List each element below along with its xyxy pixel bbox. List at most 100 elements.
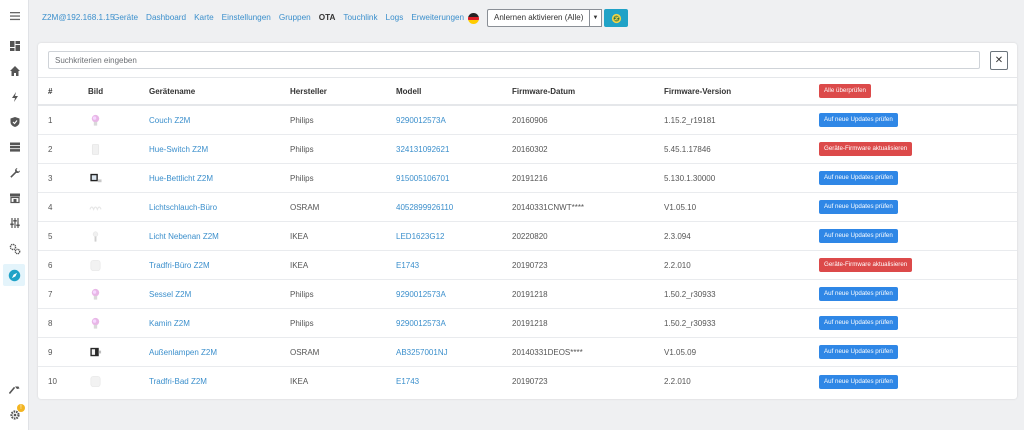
nav-ota[interactable]: OTA (319, 13, 336, 22)
device-name-link[interactable]: Licht Nebenan Z2M (149, 222, 219, 250)
home-icon[interactable] (7, 63, 22, 78)
device-name-link[interactable]: Kamin Z2M (149, 309, 190, 337)
table-row: 4 Lichtschlauch-Büro OSRAM 4052899926110 201… (38, 193, 1017, 222)
firmware-version: 2.3.094 (664, 231, 691, 241)
device-model-link[interactable]: 9290012573A (396, 280, 446, 308)
header-firmware-date[interactable]: Firmware-Datum (512, 78, 575, 104)
firmware-version: 2.2.010 (664, 260, 691, 270)
header-image: Bild (88, 86, 104, 96)
check-updates-button[interactable]: Auf neue Updates prüfen (819, 229, 898, 243)
firmware-date: 20220820 (512, 231, 548, 241)
sliders-icon[interactable] (7, 215, 22, 230)
device-name-link[interactable]: Couch Z2M (149, 106, 190, 134)
check-updates-button[interactable]: Auf neue Updates prüfen (819, 345, 898, 359)
clear-search-button[interactable]: ✕ (990, 51, 1008, 70)
device-name-link[interactable]: Sessel Z2M (149, 280, 191, 308)
device-name-link[interactable]: Hue-Bettlicht Z2M (149, 164, 213, 192)
device-vendor: Philips (290, 144, 314, 154)
top-navbar: Z2M@192.168.1.15 Geräte Dashboard Karte … (30, 0, 1024, 38)
permit-join-button[interactable] (604, 9, 628, 27)
nav-logs[interactable]: Logs (386, 13, 404, 22)
server-icon[interactable] (7, 139, 22, 154)
nav-karte[interactable]: Karte (194, 13, 214, 22)
firmware-version: V1.05.09 (664, 347, 697, 357)
device-name-link[interactable]: Lichtschlauch-Büro (149, 193, 217, 221)
device-name-link[interactable]: Hue-Switch Z2M (149, 135, 208, 163)
row-number: 1 (48, 115, 53, 125)
header-firmware-version[interactable]: Firmware-Version (664, 78, 731, 104)
device-vendor: IKEA (290, 260, 309, 270)
device-vendor: Philips (290, 115, 314, 125)
cogs-icon[interactable] (7, 241, 22, 256)
check-updates-button[interactable]: Auf neue Updates prüfen (819, 374, 898, 389)
device-model-link[interactable]: 4052899926110 (396, 193, 453, 221)
device-model-link[interactable]: LED1623G12 (396, 222, 444, 250)
device-thumbnail-icon (88, 375, 102, 389)
shield-icon[interactable] (7, 114, 22, 129)
device-image (88, 309, 102, 337)
settings-icon[interactable]: ! (7, 404, 25, 422)
device-model-link[interactable]: 9290012573A (396, 309, 446, 337)
nav-touchlink[interactable]: Touchlink (343, 13, 377, 22)
header-model[interactable]: Modell (396, 78, 421, 104)
firmware-date: 20140331CNWT**** (512, 202, 585, 212)
device-model-link[interactable]: E1743 (396, 251, 419, 279)
nav-dashboard[interactable]: Dashboard (146, 13, 186, 22)
check-updates-button[interactable]: Auf neue Updates prüfen (819, 113, 898, 127)
device-image (88, 106, 102, 134)
nav-erweiterungen[interactable]: Erweiterungen (411, 13, 464, 22)
check-all-button[interactable]: Alle überprüfen (819, 84, 871, 98)
firmware-version: 2.2.010 (664, 377, 691, 386)
device-table-body: 1 Couch Z2M Philips 9290012573A 20160906 1.15… (38, 106, 1017, 396)
update-firmware-button[interactable]: Geräte-Firmware aktualisieren (819, 142, 913, 156)
nav-einstellungen[interactable]: Einstellungen (222, 13, 271, 22)
device-model-link[interactable]: 9290012573A (396, 106, 446, 134)
table-row: 5 Licht Nebenan Z2M IKEA LED1623G12 20220820… (38, 222, 1017, 251)
device-model-link[interactable]: 915005106701 (396, 164, 449, 192)
hammer-icon[interactable] (7, 383, 22, 398)
nav-geraete[interactable]: Geräte (113, 13, 138, 22)
settings-badge: ! (17, 404, 25, 412)
device-thumbnail-icon (88, 229, 102, 243)
device-vendor: IKEA (290, 231, 309, 241)
permit-join-dropdown-toggle[interactable]: ▼ (589, 9, 602, 27)
row-number: 3 (48, 173, 53, 183)
brand-link[interactable]: Z2M@192.168.1.15 (42, 13, 115, 22)
store-icon[interactable] (7, 190, 22, 205)
ota-compass-icon[interactable] (3, 264, 25, 286)
row-action: Auf neue Updates prüfen (819, 309, 898, 337)
check-updates-button[interactable]: Auf neue Updates prüfen (819, 316, 898, 330)
language-flag-icon[interactable] (468, 13, 479, 24)
dashboard-icon[interactable] (7, 38, 22, 53)
sidebar: ! (0, 0, 29, 430)
wrench-icon[interactable] (7, 165, 22, 180)
device-vendor: Philips (290, 318, 314, 328)
nav-gruppen[interactable]: Gruppen (279, 13, 311, 22)
permit-join-select[interactable]: Anlernen aktivieren (Alle) (487, 9, 601, 27)
row-number: 9 (48, 347, 53, 357)
menu-icon[interactable] (7, 8, 22, 23)
device-image (88, 164, 102, 192)
search-input[interactable] (48, 51, 980, 69)
device-model-link[interactable]: AB3257001NJ (396, 338, 448, 366)
row-action: Geräte-Firmware aktualisieren (819, 135, 913, 163)
header-vendor[interactable]: Hersteller (290, 78, 327, 104)
firmware-version: 1.50.2_r30933 (664, 289, 716, 299)
check-updates-button[interactable]: Auf neue Updates prüfen (819, 200, 898, 214)
device-model-link[interactable]: E1743 (396, 367, 419, 396)
firmware-date: 20191216 (512, 173, 548, 183)
table-row: 3 Hue-Bettlicht Z2M Philips 915005106701 201… (38, 164, 1017, 193)
device-name-link[interactable]: Tradfri-Bad Z2M (149, 367, 207, 396)
row-number: 4 (48, 202, 53, 212)
device-name-link[interactable]: Außenlampen Z2M (149, 338, 217, 366)
row-action: Auf neue Updates prüfen (819, 367, 898, 396)
bolt-icon[interactable] (7, 89, 22, 104)
device-model-link[interactable]: 324131092621 (396, 135, 449, 163)
update-firmware-button[interactable]: Geräte-Firmware aktualisieren (819, 258, 913, 272)
device-name-link[interactable]: Tradfri-Büro Z2M (149, 251, 210, 279)
check-updates-button[interactable]: Auf neue Updates prüfen (819, 171, 898, 185)
row-number: 7 (48, 289, 53, 299)
table-row: 1 Couch Z2M Philips 9290012573A 20160906 1.15… (38, 106, 1017, 135)
header-device-name[interactable]: Gerätename (149, 78, 195, 104)
check-updates-button[interactable]: Auf neue Updates prüfen (819, 287, 898, 301)
